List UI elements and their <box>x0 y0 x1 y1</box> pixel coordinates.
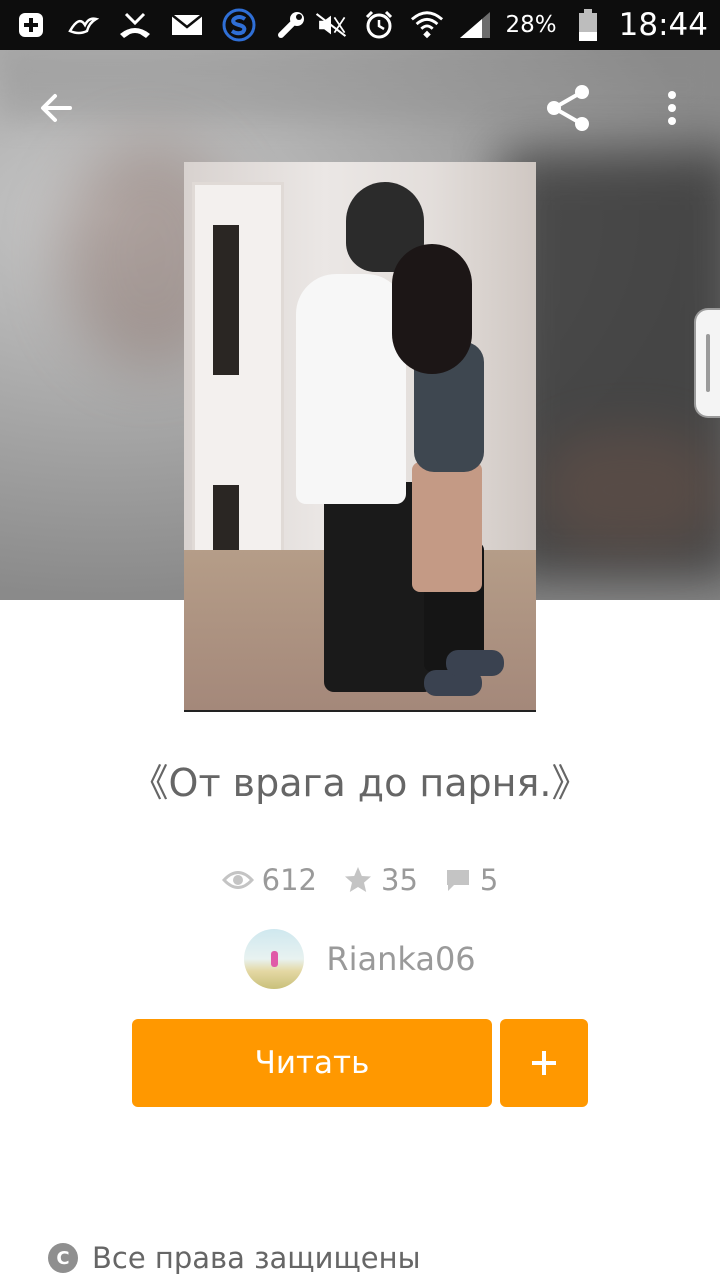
copyright-icon: C <box>48 1243 78 1273</box>
views-stat: 612 <box>221 863 317 897</box>
author-name[interactable]: Rianka06 <box>326 940 475 978</box>
bird-icon <box>66 8 100 42</box>
book-stats: 612 35 5 <box>0 858 720 902</box>
arrow-left-icon <box>41 94 72 122</box>
wrench-icon <box>274 8 308 42</box>
share-button[interactable] <box>536 76 600 140</box>
missed-call-icon <box>118 8 152 42</box>
book-cover[interactable] <box>184 162 536 712</box>
copyright-text: Все права защищены <box>92 1241 421 1275</box>
read-button-label: Читать <box>254 1045 370 1081</box>
wifi-icon <box>410 8 444 42</box>
add-to-library-button[interactable] <box>500 1019 588 1107</box>
battery-percent: 28% <box>505 12 557 38</box>
back-button[interactable] <box>24 76 88 140</box>
side-drawer-handle[interactable] <box>694 308 720 418</box>
alarm-icon <box>362 8 396 42</box>
mail-icon <box>170 8 204 42</box>
stars-count: 35 <box>381 863 418 897</box>
more-vertical-icon <box>668 91 676 125</box>
mute-icon <box>314 8 348 42</box>
book-title: 《От врага до парня.》 <box>130 761 590 805</box>
more-menu-button[interactable] <box>644 76 700 140</box>
s-app-icon <box>222 8 256 42</box>
comment-icon <box>446 870 469 891</box>
add-box-icon <box>14 8 48 42</box>
star-icon <box>345 867 371 892</box>
plus-icon <box>532 1051 556 1075</box>
signal-icon <box>458 8 492 42</box>
copyright-footer: C Все права защищены <box>48 1236 421 1280</box>
stars-stat: 35 <box>343 863 418 897</box>
status-icons-left <box>14 0 308 50</box>
views-count: 612 <box>261 863 317 897</box>
clock: 18:44 <box>618 7 708 43</box>
status-icons-right: 28% 18:44 <box>314 0 708 50</box>
author-row[interactable]: Rianka06 <box>0 928 720 990</box>
avatar[interactable] <box>244 929 305 989</box>
eye-icon <box>221 871 254 889</box>
share-icon <box>547 85 589 131</box>
comments-count: 5 <box>479 863 499 897</box>
battery-icon <box>571 8 605 42</box>
status-bar: 28% 18:44 <box>0 0 720 50</box>
read-button[interactable]: Читать <box>132 1019 492 1107</box>
comments-stat: 5 <box>444 863 498 897</box>
